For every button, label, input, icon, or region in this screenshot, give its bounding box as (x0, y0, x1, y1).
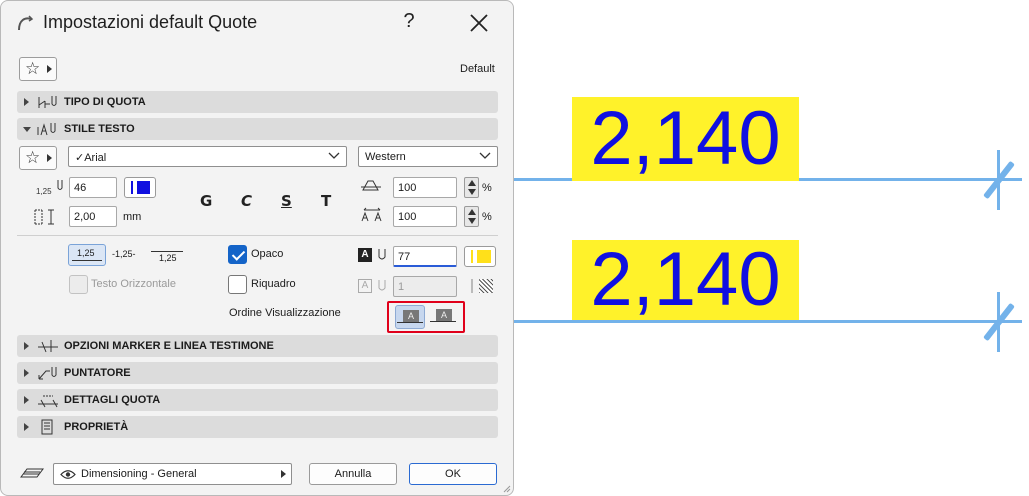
font-value: ✓Arial (75, 152, 107, 164)
arrow-right-icon (281, 470, 286, 478)
width-spinner[interactable] (464, 177, 479, 198)
default-label: Default (460, 63, 495, 75)
section-label: TIPO DI QUOTA (64, 96, 146, 108)
font-dropdown[interactable]: ✓Arial (68, 146, 347, 167)
frame-checkbox[interactable] (228, 275, 247, 294)
section-tipo-di-quota[interactable]: TIPO DI QUOTA (17, 91, 498, 113)
bold-button[interactable]: G (200, 192, 212, 210)
pattern-swatch (479, 279, 493, 293)
chevron-down-icon (479, 152, 491, 159)
italic-button[interactable]: C (241, 192, 252, 210)
char-spacing-icon (361, 207, 382, 222)
dialog-title: Impostazioni default Quote (43, 12, 258, 32)
section-label: DETTAGLI QUOTA (64, 394, 161, 406)
section-dettagli-quota[interactable]: DETTAGLI QUOTA (17, 389, 498, 411)
position-below-button[interactable]: 1,25 (151, 244, 185, 266)
script-dropdown[interactable]: Western (358, 146, 498, 167)
text-style-icon (37, 123, 56, 136)
spacing-unit: mm (123, 211, 142, 223)
favorites-button[interactable]: ☆ (19, 57, 57, 81)
layer-icon (20, 468, 44, 478)
dimension-text: 2,140 (572, 240, 799, 320)
section-label: PUNTATORE (64, 367, 131, 379)
text-size-icon: 1,25 (36, 180, 63, 196)
fill-pen-field[interactable]: 77 (393, 246, 457, 267)
section-label: PROPRIETÀ (64, 421, 129, 433)
pointer-icon (38, 367, 57, 380)
underline-button[interactable]: S (281, 192, 292, 210)
expand-arrow-icon (24, 342, 29, 350)
line-spacing-icon (34, 209, 54, 225)
pen-bar-disabled (471, 279, 473, 293)
pen-icon-disabled (378, 280, 386, 291)
opaque-label: Opaco (251, 248, 284, 260)
section-label: OPZIONI MARKER E LINEA TESTIMONE (64, 340, 274, 352)
display-order-label: Ordine Visualizzazione (229, 307, 341, 319)
frame-pen-icon: A (358, 279, 372, 293)
width-factor-field[interactable]: 100 (393, 177, 457, 198)
expand-arrow-icon (24, 369, 29, 377)
resize-grip-icon[interactable] (501, 483, 511, 493)
star-icon: ☆ (25, 148, 41, 167)
view-value: Dimensioning - General (81, 468, 197, 480)
strikethrough-button[interactable]: T (321, 192, 331, 210)
app-arc-icon (18, 15, 34, 31)
dimension-details-icon (38, 395, 58, 408)
horizontal-text-label: Testo Orizzontale (91, 278, 176, 290)
char-spacing-unit: % (482, 211, 492, 223)
frame-pen-field[interactable]: 1 (393, 276, 457, 297)
view-dropdown[interactable]: Dimensioning - General (53, 463, 292, 485)
eye-icon (60, 470, 76, 479)
text-on-top-button[interactable]: A (395, 305, 425, 329)
text-pen-color-button[interactable] (124, 177, 156, 198)
text-size-field[interactable]: 46 (69, 177, 117, 198)
opaque-checkbox[interactable] (228, 245, 247, 264)
text-favorites-button[interactable]: ☆ (19, 146, 57, 170)
section-stile-testo[interactable]: STILE TESTO (17, 118, 498, 140)
fill-pen-color-button[interactable] (464, 246, 496, 267)
expand-arrow-icon (24, 396, 29, 404)
section-puntatore[interactable]: PUNTATORE (17, 362, 498, 384)
width-unit: % (482, 182, 492, 194)
collapse-arrow-icon (23, 127, 31, 132)
horizontal-text-checkbox[interactable] (69, 275, 88, 294)
star-icon: ☆ (25, 59, 41, 78)
char-spacing-spinner[interactable] (464, 206, 479, 227)
cancel-button[interactable]: Annulla (309, 463, 397, 485)
help-button[interactable]: ? (399, 10, 419, 33)
arrow-right-icon (47, 154, 52, 162)
document-icon (41, 419, 53, 435)
char-spacing-field[interactable]: 100 (393, 206, 457, 227)
spacing-field[interactable]: 2,00 (69, 206, 117, 227)
section-opzioni-marker[interactable]: OPZIONI MARKER E LINEA TESTIMONE (17, 335, 498, 357)
dimension-type-icon (38, 96, 57, 108)
close-icon[interactable] (467, 11, 491, 35)
section-label: STILE TESTO (64, 123, 135, 135)
dimension-text: 2,140 (572, 97, 799, 181)
title-bar: Impostazioni default Quote ? (1, 1, 513, 45)
frame-label: Riquadro (251, 278, 296, 290)
position-inline-button[interactable]: -1,25- (112, 249, 136, 259)
pen-icon (378, 249, 386, 260)
line-on-top-button[interactable]: A (429, 305, 459, 329)
position-above-button[interactable]: 1,25 (68, 244, 106, 266)
svg-text:1,25: 1,25 (36, 187, 52, 196)
script-value: Western (365, 151, 406, 163)
marker-icon (38, 340, 58, 353)
dimension-settings-dialog: Impostazioni default Quote ? ☆ Default T… (0, 0, 514, 496)
divider (17, 235, 498, 236)
expand-arrow-icon (24, 98, 29, 106)
text-width-icon (361, 180, 381, 191)
section-proprieta[interactable]: PROPRIETÀ (17, 416, 498, 438)
ok-button[interactable]: OK (409, 463, 497, 485)
fill-pen-icon: A (358, 248, 372, 262)
pen-bar (131, 181, 133, 194)
dimension-preview: 2,140 2,140 (514, 0, 1029, 496)
chevron-down-icon (328, 152, 340, 159)
color-swatch (137, 181, 150, 194)
expand-arrow-icon (24, 423, 29, 431)
arrow-right-icon (47, 65, 52, 73)
